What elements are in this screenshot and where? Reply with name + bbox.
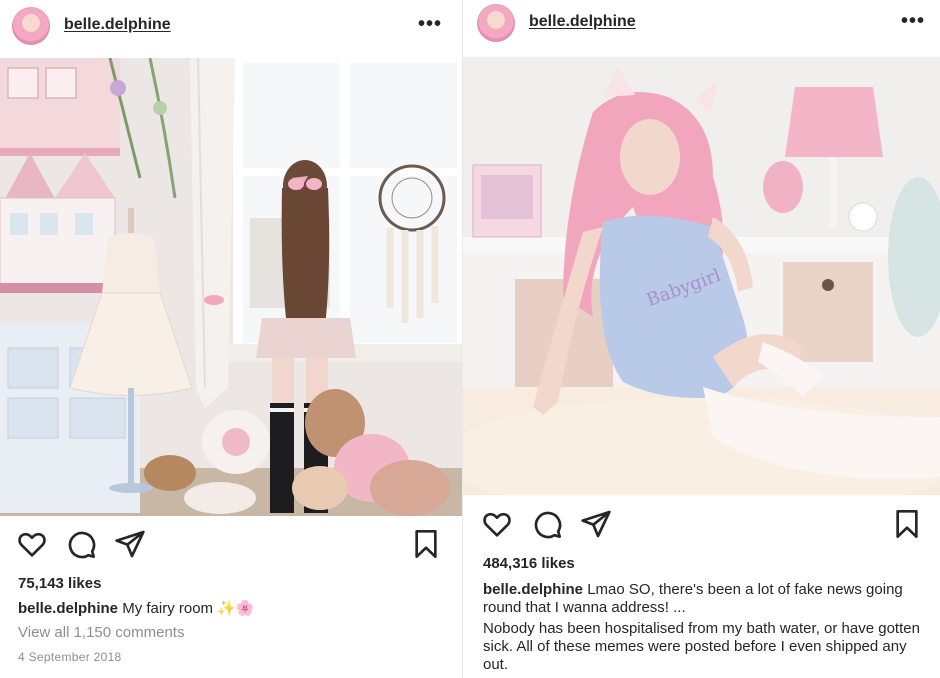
right-post: belle.delphine ••• Babygirl 484,316 like… [462,0,940,678]
comment-icon[interactable] [65,528,97,560]
share-icon[interactable] [580,508,612,540]
username-link[interactable]: belle.delphine [529,13,636,31]
avatar[interactable] [12,7,50,45]
post-header: belle.delphine ••• [0,0,462,56]
caption-text: My fairy room ✨🌸 [122,600,255,617]
comment-icon[interactable] [531,508,563,540]
post-date: 4 September 2018 [18,650,122,664]
heart-icon[interactable] [16,528,48,560]
action-bar [0,528,462,564]
caption-username[interactable]: belle.delphine [483,581,583,598]
caption: belle.delphine Lmao SO, there's been a l… [483,581,923,617]
caption-continued: Nobody has been hospitalised from my bat… [483,620,920,673]
left-post: belle.delphine ••• 75,143 likes belle.de… [0,0,462,678]
post-header: belle.delphine ••• [463,0,940,56]
post-photo[interactable]: Babygirl [463,57,940,495]
username-link[interactable]: belle.delphine [64,16,171,34]
heart-icon[interactable] [481,508,513,540]
more-options-icon[interactable]: ••• [901,10,925,33]
view-comments-link[interactable]: View all 1,150 comments [18,624,184,641]
share-icon[interactable] [114,528,146,560]
caption: belle.delphine My fairy room ✨🌸 [18,599,255,617]
likes-count[interactable]: 484,316 likes [483,555,575,572]
avatar[interactable] [477,4,515,42]
more-options-icon[interactable]: ••• [418,13,442,36]
action-bar [463,508,940,544]
caption-username[interactable]: belle.delphine [18,600,118,617]
bookmark-icon[interactable] [410,528,442,560]
post-photo[interactable] [0,58,462,516]
likes-count[interactable]: 75,143 likes [18,575,101,592]
bookmark-icon[interactable] [891,508,923,540]
